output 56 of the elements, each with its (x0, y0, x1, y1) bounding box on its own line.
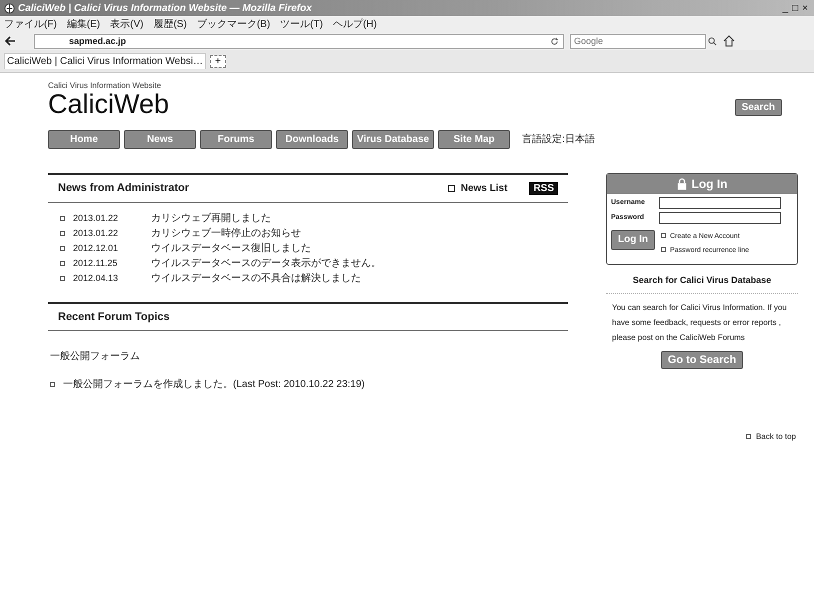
menu-item[interactable]: ブックマーク(B) (196, 17, 270, 31)
address-field[interactable]: sapmed.ac.jp (34, 34, 564, 48)
news-link[interactable]: ウイルスデータベースの不具合は解決しました (151, 271, 361, 286)
menu-item[interactable]: 編集(E) (66, 17, 100, 31)
home-icon[interactable] (723, 35, 735, 47)
window-control[interactable]: × (800, 2, 810, 14)
window-title: CaliciWeb | Calici Virus Information Website — Mozilla Firefox (18, 2, 313, 14)
password-field[interactable] (659, 212, 781, 224)
forum-category[interactable]: 一般公開フォーラム (48, 330, 568, 377)
menu-item[interactable]: ヘルプ(H) (332, 17, 377, 31)
back-arrow-icon[interactable] (4, 35, 16, 47)
menu-item[interactable]: 履歴(S) (153, 17, 187, 31)
globe-icon (4, 2, 15, 14)
site-tagline: Calici Virus Information Website (48, 81, 162, 90)
rss-badge[interactable]: RSS (529, 182, 558, 195)
bullet-icon (60, 216, 65, 221)
window-control[interactable]: □ (790, 2, 800, 14)
lock-icon (676, 178, 686, 190)
bullet-icon (50, 382, 55, 387)
site-logo[interactable]: CaliciWeb (48, 90, 170, 120)
bullet-icon (448, 184, 455, 192)
menu-item[interactable]: ツール(T) (280, 17, 323, 31)
description-text: You can search for Calici Virus Information. If you have some feedback, requests or error reports , please post on the CaliciWeb Forums (611, 302, 788, 344)
news-link[interactable]: ウイルスデータベースのデータ表示ができません。 (151, 256, 381, 270)
bullet-icon (60, 246, 65, 251)
news-date: 2012.04.13 (73, 273, 120, 284)
bullet-icon (60, 276, 65, 281)
bullet-icon (661, 232, 666, 238)
search-icon[interactable] (708, 36, 717, 46)
login-title: Log In (692, 176, 728, 191)
bullet-icon (746, 434, 751, 439)
menu-item[interactable]: ファイル(F) (4, 17, 57, 31)
news-list-link[interactable]: News List (460, 182, 508, 194)
new-tab-button[interactable]: + (210, 54, 226, 68)
section-title: Search for Calici Virus Database (606, 264, 798, 294)
section-title: News from Administrator (58, 182, 190, 194)
browser-tab[interactable]: CaliciWeb | Calici Virus Information Websi… (4, 53, 206, 69)
language-setting[interactable]: 言語設定:日本語 (522, 132, 595, 146)
bullet-icon (60, 230, 65, 236)
bullet-icon (661, 246, 666, 252)
news-date: 2012.11.25 (73, 258, 118, 268)
section-title: Recent Forum Topics (58, 310, 170, 323)
window-control[interactable]: _ (780, 2, 790, 14)
news-link[interactable]: ウイルスデータベース復旧しました (151, 241, 311, 256)
news-link[interactable]: カリシウェブ再開しました (151, 211, 271, 226)
forum-topic-link[interactable]: 一般公開フォーラムを作成しました。(Last Post: 2010.10.22 23:19) (63, 377, 365, 392)
news-date: 2012.12.01 (73, 243, 120, 254)
news-date: 2013.01.22 (73, 213, 120, 224)
username-field[interactable] (659, 196, 781, 209)
reload-icon[interactable] (550, 36, 559, 46)
back-to-top-link[interactable]: Back to top (756, 432, 796, 441)
news-date: 2013.01.22 (73, 228, 120, 238)
search-field[interactable]: Google (570, 34, 706, 48)
menu-item[interactable]: 表示(V) (110, 17, 144, 31)
news-link[interactable]: カリシウェブ一時停止のお知らせ (151, 226, 301, 240)
bullet-icon (60, 260, 65, 266)
